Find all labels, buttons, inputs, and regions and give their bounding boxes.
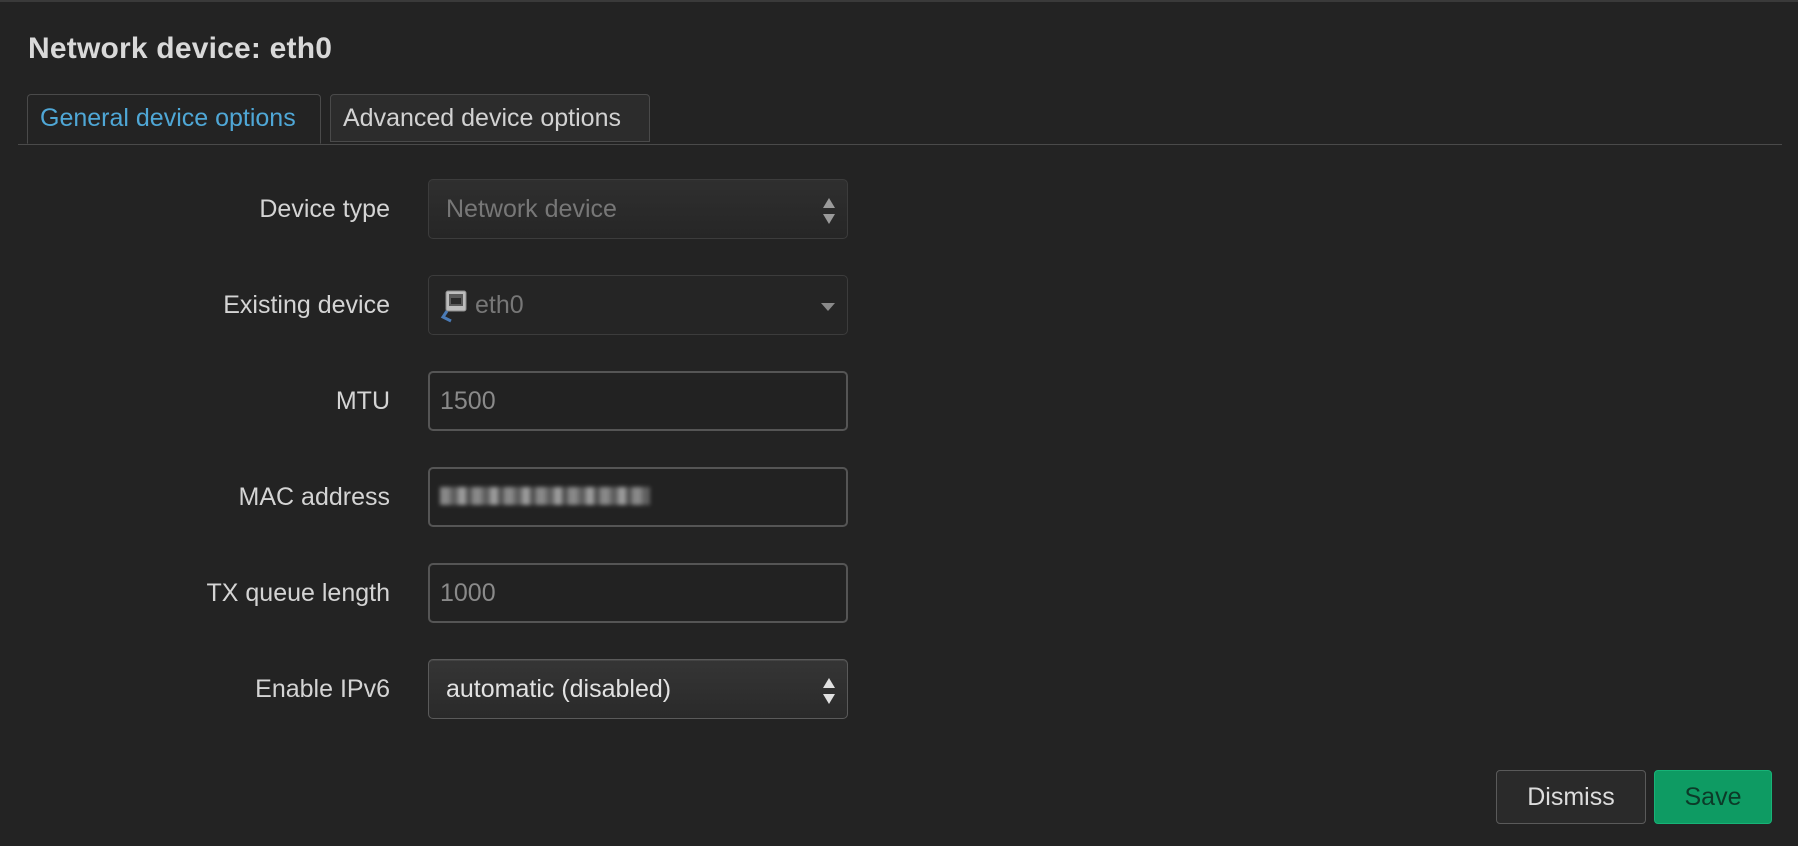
select-updown-icon [823,678,835,704]
device-type-value: Network device [446,195,617,223]
mtu-label: MTU [335,387,390,415]
dialog-title: Network device: eth0 [28,32,333,65]
existing-device-value: eth0 [475,291,524,319]
mtu-placeholder: 1500 [440,387,496,415]
select-updown-icon [823,198,835,224]
form-row-mac-address: MAC address [0,467,900,527]
existing-device-combobox: eth0 [428,275,848,335]
mtu-input[interactable]: 1500 [428,371,848,431]
form-row-mtu: MTU 1500 [0,371,900,431]
enable-ipv6-value: automatic (disabled) [446,675,672,703]
form-row-existing-device: Existing device eth0 [0,275,900,335]
tx-queue-length-placeholder: 1000 [440,579,496,607]
enable-ipv6-label: Enable IPv6 [255,675,390,703]
network-device-dialog: Network device: eth0 General device opti… [0,0,1798,846]
existing-device-label: Existing device [223,291,390,319]
tx-queue-length-label: TX queue length [206,579,390,607]
tab-advanced-device-options[interactable]: Advanced device options [330,94,650,142]
tab-general-device-options[interactable]: General device options [27,94,321,144]
form-row-device-type: Device type Network device [0,179,900,239]
tx-queue-length-input[interactable]: 1000 [428,563,848,623]
chevron-down-icon [821,303,835,311]
device-type-label: Device type [259,195,390,223]
mac-address-redacted-value [440,487,650,506]
tab-bar: General device options Advanced device o… [18,94,1782,145]
dismiss-button[interactable]: Dismiss [1496,770,1646,824]
form-row-tx-queue-length: TX queue length 1000 [0,563,900,623]
ethernet-port-icon [440,290,467,323]
mac-address-input[interactable] [428,467,848,527]
enable-ipv6-select[interactable]: automatic (disabled) [428,659,848,719]
device-type-select: Network device [428,179,848,239]
mac-address-label: MAC address [238,483,390,511]
save-button[interactable]: Save [1654,770,1772,824]
form-row-enable-ipv6: Enable IPv6 automatic (disabled) [0,659,900,719]
